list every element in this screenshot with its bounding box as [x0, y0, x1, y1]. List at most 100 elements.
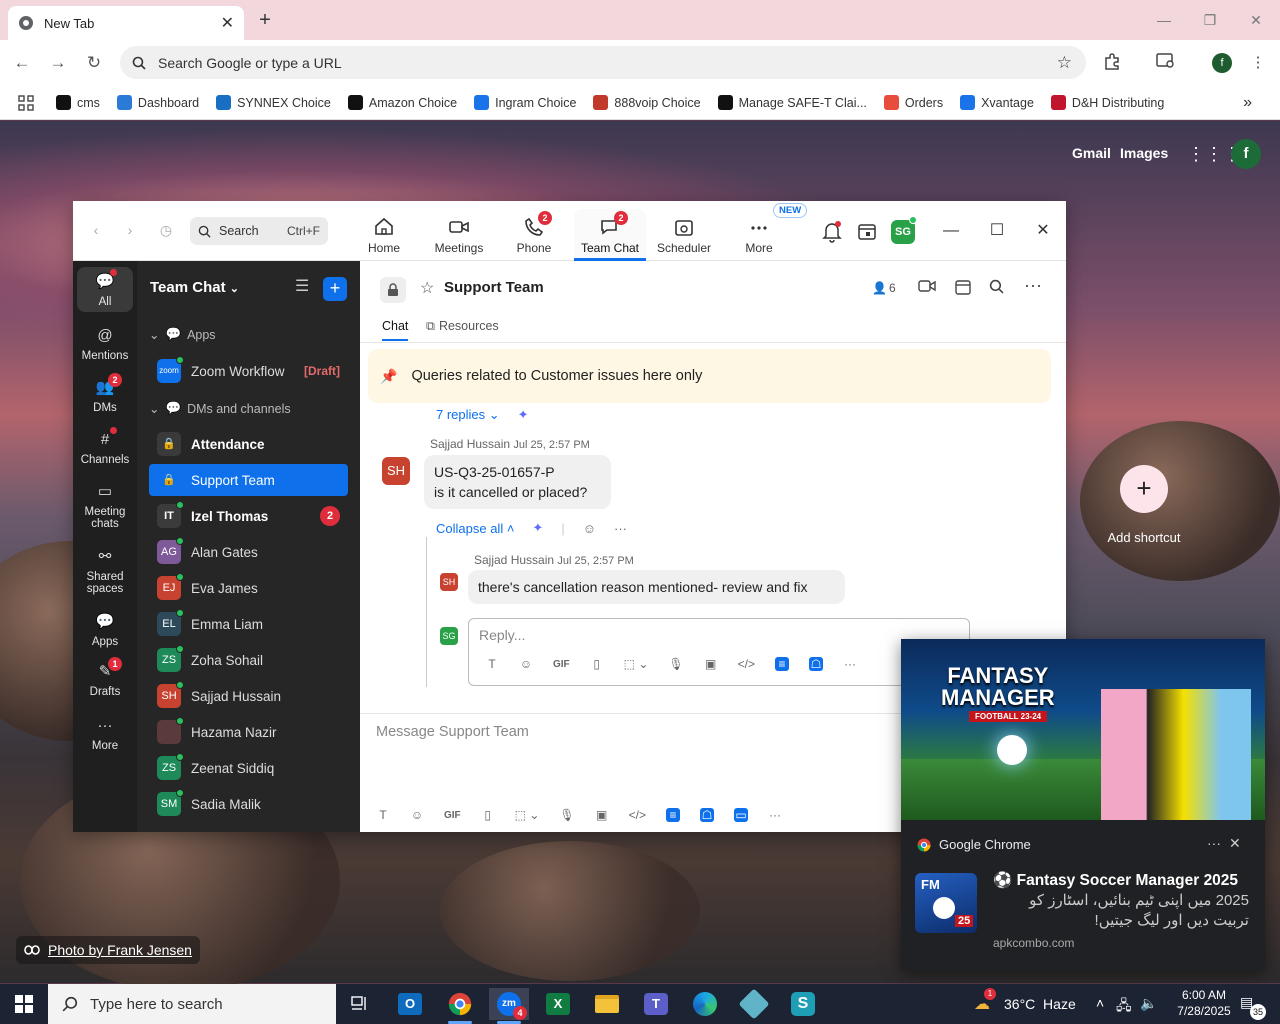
list-item[interactable]: zoom Zoom Workflow [Draft]	[149, 355, 348, 387]
profile-avatar[interactable]: f	[1212, 53, 1232, 73]
bookmark-item[interactable]: Amazon Choice	[347, 95, 457, 110]
team-chat-dropdown[interactable]: Team Chat ⌄	[150, 279, 239, 296]
zoom-tab-home[interactable]: Home	[348, 209, 420, 261]
app-icon[interactable]: ☖	[809, 657, 823, 671]
bookmark-star-icon[interactable]: ☆	[1057, 53, 1072, 73]
app-icon[interactable]: ≡	[666, 808, 680, 822]
screenshot-icon[interactable]: ⬚ ⌄	[515, 808, 540, 822]
app-icon[interactable]: ▭	[734, 808, 748, 822]
bookmark-item[interactable]: Ingram Choice	[474, 95, 576, 110]
screenshot-icon[interactable]: ⬚ ⌄	[624, 657, 649, 671]
zoom-minimize-icon[interactable]: —	[939, 219, 963, 243]
avatar[interactable]: SH	[440, 573, 458, 591]
google-account-avatar[interactable]: f	[1231, 139, 1261, 169]
excel-icon[interactable]: X	[538, 988, 578, 1020]
extensions-icon[interactable]	[1103, 52, 1127, 74]
gmail-link[interactable]: Gmail	[1072, 145, 1111, 161]
emoji-reaction-icon[interactable]: ☺	[583, 521, 596, 536]
app-icon[interactable]: S	[783, 988, 823, 1020]
bell-icon[interactable]	[822, 221, 842, 243]
menu-kebab-icon[interactable]: ⋮	[1246, 52, 1270, 74]
format-text-icon[interactable]: T	[376, 808, 390, 822]
zoom-back-icon[interactable]: ‹	[85, 219, 107, 241]
clock[interactable]: 6:00 AM 7/28/2025	[1168, 987, 1240, 1019]
history-icon[interactable]: ◷	[155, 219, 177, 241]
back-icon[interactable]: ←	[10, 52, 34, 74]
chrome-notification[interactable]: FANTASY MANAGER FOOTBALL 23-24 Google Chr…	[901, 639, 1265, 970]
tab-new-tab[interactable]: New Tab ✕	[8, 6, 244, 40]
file-icon[interactable]: ▯	[590, 657, 604, 671]
app-icon[interactable]: ☖	[700, 808, 714, 822]
list-item[interactable]: Hazama Nazir	[149, 716, 348, 748]
bookmark-item[interactable]: Dashboard	[116, 95, 199, 110]
app-icon[interactable]: ≡	[775, 657, 789, 671]
zoom-maximize-icon[interactable]: ☐	[985, 219, 1009, 243]
bookmark-item[interactable]: cms	[56, 95, 100, 110]
new-chat-button[interactable]: +	[323, 277, 347, 301]
zoom-tab-scheduler[interactable]: Scheduler	[648, 209, 720, 261]
bookmark-item[interactable]: Manage SAFE-T Clai...	[717, 95, 867, 110]
avatar[interactable]: SH	[382, 457, 410, 485]
weather-icon[interactable]: ☁ 1	[974, 988, 996, 1014]
list-item[interactable]: ZS Zoha Sohail	[149, 644, 348, 676]
code-icon[interactable]: </>	[738, 657, 755, 671]
rail-item-shared-spaces[interactable]: ⚯ Shared spaces	[77, 542, 133, 599]
images-link[interactable]: Images	[1120, 145, 1168, 161]
tab-search-icon[interactable]	[1156, 52, 1180, 74]
rail-item-channels[interactable]: # Channels	[77, 425, 133, 470]
close-window-icon[interactable]: ✕	[1246, 10, 1266, 30]
rail-item-all[interactable]: 💬 All	[77, 267, 133, 312]
more-options-icon[interactable]: ···	[843, 657, 857, 671]
calendar-app-icon[interactable]	[857, 221, 877, 241]
zoom-taskbar-icon[interactable]: zm 4	[489, 988, 529, 1024]
apps-grid-icon[interactable]	[18, 94, 34, 111]
list-item[interactable]: SH Sajjad Hussain	[149, 680, 348, 712]
close-icon[interactable]: ✕	[1229, 835, 1241, 852]
emoji-icon[interactable]: ☺	[410, 808, 424, 822]
gif-icon[interactable]: GIF	[444, 810, 461, 821]
bookmark-item[interactable]: 888voip Choice	[593, 95, 701, 110]
message-bubble[interactable]: US-Q3-25-01657-P is it cancelled or plac…	[424, 455, 611, 509]
close-tab-icon[interactable]: ✕	[221, 13, 234, 33]
forward-icon[interactable]: →	[46, 52, 70, 74]
filter-icon[interactable]: ☰	[295, 277, 315, 297]
list-item[interactable]: ZS Zeenat Siddiq	[149, 752, 348, 784]
chrome-taskbar-icon[interactable]	[440, 988, 480, 1024]
reply-input[interactable]: Reply... T ☺ GIF ▯ ⬚ ⌄ 🎙 ▣ </> ≡ ☖ ···	[468, 618, 970, 686]
ai-sparkle-icon[interactable]: ✦	[532, 520, 543, 536]
pinned-message[interactable]: 📌 Queries related to Customer issues her…	[368, 349, 1051, 403]
app-icon[interactable]	[734, 988, 774, 1020]
list-item[interactable]: EJ Eva James	[149, 572, 348, 604]
photo-credit-text[interactable]: Photo by Frank Jensen	[48, 942, 192, 958]
author-name[interactable]: Sajjad Hussain	[430, 437, 510, 451]
network-icon[interactable]: 🖧	[1116, 995, 1132, 1019]
list-item[interactable]: 🔒 Support Team	[149, 464, 348, 496]
video-message-icon[interactable]: ▣	[595, 808, 609, 822]
chevron-up-icon[interactable]: ˄	[1096, 995, 1104, 1011]
emoji-icon[interactable]: ☺	[519, 657, 533, 671]
rail-item-drafts[interactable]: ✎ 1 Drafts	[77, 657, 133, 702]
schedule-icon[interactable]	[954, 278, 972, 296]
video-call-icon[interactable]	[918, 279, 936, 293]
zoom-close-icon[interactable]: ✕	[1031, 219, 1055, 243]
video-message-icon[interactable]: ▣	[704, 657, 718, 671]
rail-item-mentions[interactable]: @ Mentions	[77, 321, 133, 366]
task-view-icon[interactable]	[340, 988, 380, 1020]
file-explorer-icon[interactable]	[587, 988, 627, 1020]
list-item[interactable]: SM Sadia Malik	[149, 788, 348, 820]
minimize-icon[interactable]: —	[1154, 10, 1174, 30]
zoom-forward-icon[interactable]: ›	[119, 219, 141, 241]
member-count[interactable]: 👤 6	[872, 281, 896, 295]
list-item[interactable]: IT Izel Thomas 2	[149, 500, 348, 532]
zoom-tab-phone[interactable]: 2 Phone	[498, 209, 570, 261]
teams-icon[interactable]: T	[636, 988, 676, 1020]
google-apps-icon[interactable]: ⋮⋮⋮	[1187, 143, 1241, 165]
volume-icon[interactable]: 🔈	[1140, 995, 1157, 1012]
rail-item-apps[interactable]: 💬 Apps	[77, 607, 133, 652]
weather-text[interactable]: 36°C Haze	[1004, 996, 1076, 1012]
replies-link[interactable]: 7 replies ⌄	[436, 407, 500, 423]
message-bubble[interactable]: there's cancellation reason mentioned- r…	[468, 570, 845, 604]
section-apps[interactable]: ⌄ 💬 Apps	[149, 327, 216, 342]
list-item[interactable]: EL Emma Liam	[149, 608, 348, 640]
bookmark-item[interactable]: Orders	[883, 95, 943, 110]
